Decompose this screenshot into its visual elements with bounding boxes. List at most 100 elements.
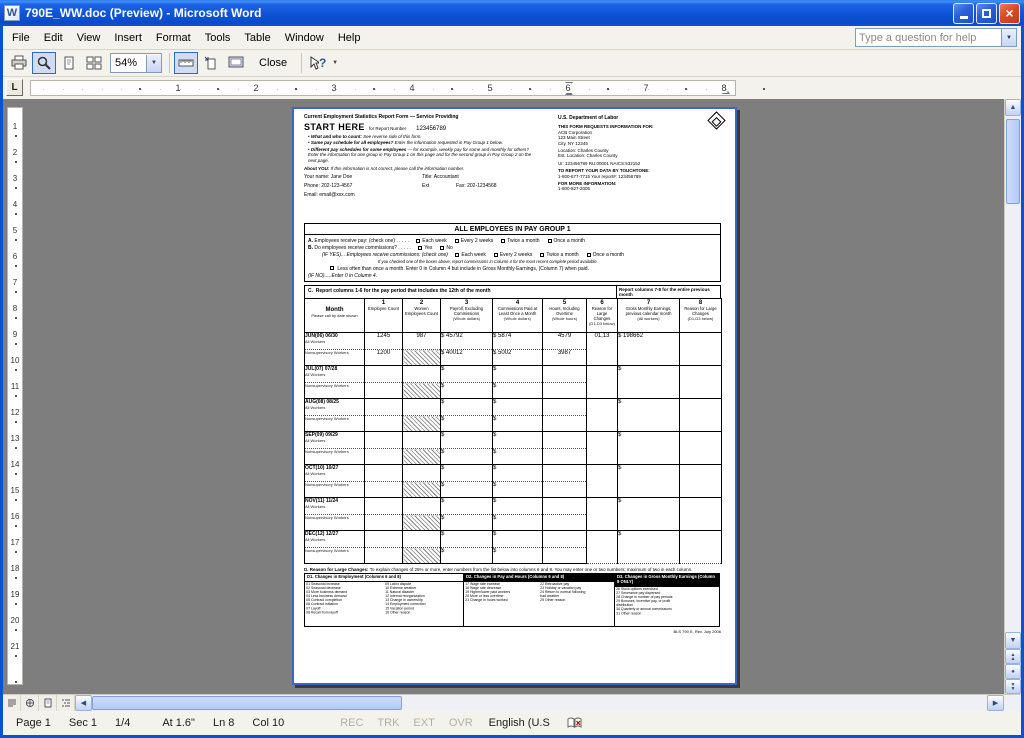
multiple-pages-button[interactable] bbox=[82, 52, 106, 74]
data-cell[interactable] bbox=[587, 366, 618, 399]
scroll-down-button[interactable]: ▼ bbox=[1005, 632, 1021, 649]
data-cell[interactable]: $ bbox=[441, 432, 493, 449]
horizontal-scroll-thumb[interactable] bbox=[92, 696, 402, 710]
checkbox[interactable] bbox=[455, 253, 459, 257]
data-cell[interactable]: $ bbox=[441, 366, 493, 383]
print-layout-view-button[interactable] bbox=[39, 695, 57, 711]
data-cell[interactable]: $ bbox=[493, 548, 543, 564]
data-cell[interactable] bbox=[403, 399, 441, 416]
data-cell[interactable] bbox=[365, 465, 403, 482]
data-cell[interactable] bbox=[403, 465, 441, 482]
zoom-dropdown-arrow-icon[interactable]: ▼ bbox=[146, 55, 161, 72]
data-cell[interactable] bbox=[543, 366, 587, 383]
data-cell[interactable] bbox=[403, 432, 441, 449]
data-cell[interactable]: 987 bbox=[403, 333, 441, 350]
data-cell[interactable]: $ bbox=[618, 366, 680, 399]
data-cell[interactable]: $ bbox=[493, 465, 543, 482]
menu-view[interactable]: View bbox=[70, 29, 108, 47]
zoom-dropdown[interactable]: 54% ▼ bbox=[110, 53, 162, 73]
data-cell[interactable] bbox=[680, 498, 722, 531]
menu-insert[interactable]: Insert bbox=[107, 29, 149, 47]
data-cell[interactable] bbox=[587, 399, 618, 432]
data-cell[interactable]: 01,13 bbox=[587, 333, 618, 366]
data-cell[interactable]: 4579 bbox=[543, 333, 587, 350]
question-input[interactable] bbox=[856, 32, 1001, 44]
data-cell[interactable] bbox=[365, 531, 403, 548]
document-page[interactable]: Current Employment Statistics Report For… bbox=[292, 107, 737, 685]
data-cell[interactable]: $ bbox=[441, 548, 493, 564]
horizontal-scroll-track[interactable] bbox=[92, 695, 987, 711]
outline-view-button[interactable] bbox=[57, 695, 75, 711]
data-cell[interactable] bbox=[680, 531, 722, 564]
data-cell[interactable]: $ bbox=[441, 498, 493, 515]
your-name-field[interactable]: Your name: Jane Doe bbox=[304, 174, 422, 180]
checkbox[interactable] bbox=[416, 239, 420, 243]
data-cell[interactable] bbox=[365, 449, 403, 465]
data-cell[interactable]: $ bbox=[493, 531, 543, 548]
close-button[interactable]: × bbox=[999, 3, 1020, 24]
data-cell[interactable]: $ bbox=[493, 366, 543, 383]
data-cell[interactable] bbox=[365, 416, 403, 432]
data-cell[interactable] bbox=[543, 498, 587, 515]
data-cell[interactable]: $ bbox=[441, 465, 493, 482]
ext-field[interactable]: Ext bbox=[422, 183, 456, 189]
data-cell[interactable]: $ 198662 bbox=[618, 333, 680, 366]
scroll-right-button[interactable]: ▶ bbox=[987, 695, 1004, 711]
data-cell[interactable]: $ 5002 bbox=[493, 350, 543, 366]
data-cell[interactable] bbox=[403, 498, 441, 515]
web-layout-view-button[interactable] bbox=[21, 695, 39, 711]
data-cell[interactable]: $ bbox=[441, 449, 493, 465]
menu-tools[interactable]: Tools bbox=[198, 29, 238, 47]
checkbox[interactable] bbox=[540, 253, 544, 257]
maximize-button[interactable] bbox=[976, 3, 997, 24]
title-field[interactable]: Title: Accountant bbox=[422, 174, 459, 180]
data-cell[interactable] bbox=[365, 383, 403, 399]
ask-a-question-box[interactable]: ▼ bbox=[855, 28, 1017, 47]
tab-stop-selector[interactable]: L bbox=[6, 79, 23, 96]
data-cell[interactable]: $ bbox=[493, 482, 543, 498]
one-page-button[interactable] bbox=[57, 52, 81, 74]
menu-help[interactable]: Help bbox=[331, 29, 368, 47]
data-cell[interactable] bbox=[543, 383, 587, 399]
close-preview-button[interactable]: Close bbox=[249, 53, 297, 73]
previous-page-button[interactable]: ▲▲ bbox=[1005, 649, 1021, 664]
data-cell[interactable]: $ bbox=[618, 531, 680, 564]
data-cell[interactable] bbox=[587, 531, 618, 564]
data-cell[interactable]: $ bbox=[493, 498, 543, 515]
data-cell[interactable] bbox=[680, 432, 722, 465]
data-cell[interactable] bbox=[543, 449, 587, 465]
data-cell[interactable] bbox=[543, 482, 587, 498]
toolbar-options-arrow-icon[interactable]: ▼ bbox=[332, 60, 338, 66]
checkbox[interactable] bbox=[587, 253, 591, 257]
vertical-scroll-track[interactable] bbox=[1005, 116, 1021, 632]
view-ruler-button[interactable] bbox=[174, 52, 198, 74]
menu-table[interactable]: Table bbox=[237, 29, 277, 47]
checkbox[interactable] bbox=[494, 253, 498, 257]
data-cell[interactable]: $ 40012 bbox=[441, 350, 493, 366]
data-cell[interactable] bbox=[365, 548, 403, 564]
data-cell[interactable] bbox=[543, 399, 587, 416]
data-cell[interactable]: 3987 bbox=[543, 350, 587, 366]
data-cell[interactable]: $ bbox=[441, 416, 493, 432]
next-page-button[interactable]: ▼▼ bbox=[1005, 679, 1021, 694]
data-cell[interactable]: $ 45792 bbox=[441, 333, 493, 350]
data-cell[interactable] bbox=[587, 465, 618, 498]
full-screen-button[interactable] bbox=[224, 52, 248, 74]
data-cell[interactable]: $ bbox=[493, 383, 543, 399]
data-cell[interactable] bbox=[680, 399, 722, 432]
data-cell[interactable]: $ bbox=[493, 432, 543, 449]
data-cell[interactable]: $ bbox=[493, 449, 543, 465]
data-cell[interactable] bbox=[543, 416, 587, 432]
normal-view-button[interactable] bbox=[3, 695, 21, 711]
select-browse-object-button[interactable]: ● bbox=[1005, 664, 1021, 679]
data-cell[interactable] bbox=[365, 366, 403, 383]
scroll-up-button[interactable]: ▲ bbox=[1005, 99, 1021, 116]
email-field[interactable]: Email: email@xxx.com bbox=[304, 192, 422, 198]
data-cell[interactable] bbox=[680, 465, 722, 498]
data-cell[interactable]: $ bbox=[618, 432, 680, 465]
data-cell[interactable] bbox=[365, 498, 403, 515]
data-cell[interactable]: $ bbox=[618, 498, 680, 531]
minimize-button[interactable] bbox=[953, 3, 974, 24]
data-cell[interactable] bbox=[587, 498, 618, 531]
shrink-to-fit-button[interactable] bbox=[199, 52, 223, 74]
